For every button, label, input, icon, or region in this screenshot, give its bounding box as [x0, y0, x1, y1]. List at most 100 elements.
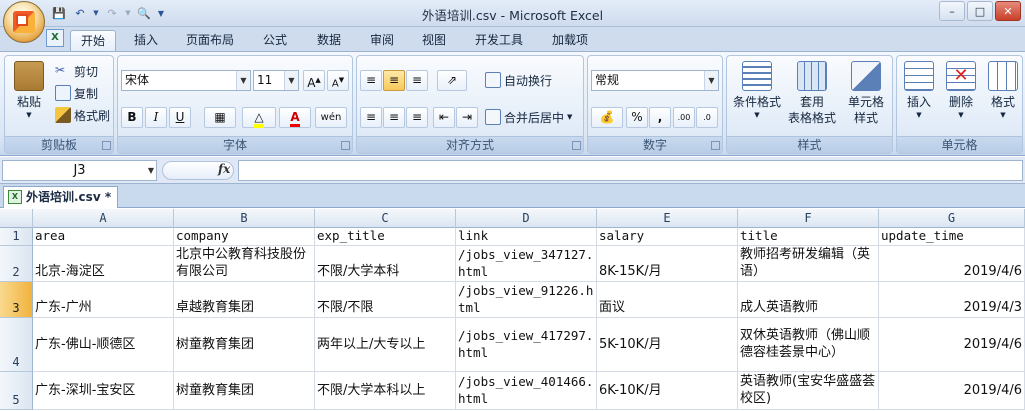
number-format-select[interactable]: 常规 ▼ [591, 70, 719, 91]
table-cell[interactable]: 6K-10K/月 [597, 372, 738, 410]
tab-page-layout[interactable]: 页面布局 [176, 30, 244, 51]
format-painter-button[interactable]: 格式刷 [55, 105, 110, 125]
table-cell[interactable]: 8K-15K/月 [597, 246, 738, 282]
table-cell[interactable]: title [738, 228, 879, 246]
accounting-format-button[interactable]: 💰 [591, 107, 623, 128]
row-header[interactable]: 1 [0, 228, 33, 246]
tab-view[interactable]: 视图 [412, 30, 456, 51]
merge-center-button[interactable]: 合并后居中 ▼ [485, 107, 572, 127]
italic-button[interactable]: I [145, 107, 167, 128]
table-cell[interactable]: 不限/大学本科以上 [315, 372, 456, 410]
table-cell[interactable]: 广东-佛山-顺德区 [33, 318, 174, 372]
conditional-formatting-button[interactable]: 条件格式 ▼ [731, 61, 783, 120]
table-cell[interactable]: 不限/大学本科 [315, 246, 456, 282]
alignment-launcher-icon[interactable] [572, 141, 581, 150]
insert-cells-button[interactable]: 插入 ▼ [901, 61, 937, 120]
tab-insert[interactable]: 插入 [124, 30, 168, 51]
column-header[interactable]: C [315, 209, 456, 228]
table-cell[interactable]: 2019/4/6 [879, 318, 1025, 372]
wrap-text-button[interactable]: 自动换行 [485, 70, 552, 90]
cut-button[interactable]: ✂ 剪切 [55, 61, 98, 81]
table-cell[interactable]: /jobs_view_417297.html [456, 318, 597, 372]
align-bottom-button[interactable]: ≡ [406, 70, 428, 91]
font-size-select[interactable]: 11 ▼ [253, 70, 299, 91]
table-cell[interactable]: 成人英语教师 [738, 282, 879, 318]
tab-data[interactable]: 数据 [307, 30, 351, 51]
row-header[interactable]: 4 [0, 318, 33, 372]
table-cell[interactable]: 教师招考研发编辑（英语） [738, 246, 879, 282]
font-launcher-icon[interactable] [341, 141, 350, 150]
format-cells-button[interactable]: 格式 ▼ [985, 61, 1021, 120]
table-cell[interactable]: area [33, 228, 174, 246]
table-cell[interactable]: 2019/4/3 [879, 282, 1025, 318]
font-color-button[interactable]: A [279, 107, 311, 128]
tab-developer[interactable]: 开发工具 [465, 30, 533, 51]
table-cell[interactable]: exp_title [315, 228, 456, 246]
column-header[interactable]: A [33, 209, 174, 228]
table-cell[interactable]: 广东-广州 [33, 282, 174, 318]
bold-button[interactable]: B [121, 107, 143, 128]
office-button[interactable] [3, 1, 45, 43]
select-all-corner[interactable] [0, 209, 33, 228]
close-button[interactable]: ✕ [995, 1, 1021, 21]
table-cell[interactable]: 面议 [597, 282, 738, 318]
table-cell[interactable]: 北京-海淀区 [33, 246, 174, 282]
borders-button[interactable]: ▦ [204, 107, 236, 128]
table-cell[interactable]: 5K-10K/月 [597, 318, 738, 372]
increase-decimal-button[interactable]: .00 [673, 107, 695, 128]
column-header[interactable]: F [738, 209, 879, 228]
cell-styles-button[interactable]: 单元格 样式 [841, 61, 891, 126]
table-cell[interactable]: 北京中公教育科技股份有限公司 [174, 246, 315, 282]
row-header[interactable]: 5 [0, 372, 33, 410]
table-cell[interactable]: 树童教育集团 [174, 372, 315, 410]
percent-button[interactable]: % [626, 107, 648, 128]
format-as-table-button[interactable]: 套用 表格格式 [785, 61, 839, 126]
shrink-font-button[interactable]: A▼ [327, 70, 349, 91]
formula-input[interactable] [238, 160, 1023, 181]
column-header[interactable]: G [879, 209, 1025, 228]
underline-button[interactable]: U [169, 107, 191, 128]
maximize-button[interactable]: □ [967, 1, 993, 21]
copy-button[interactable]: 复制 [55, 83, 98, 103]
table-cell[interactable]: 树童教育集团 [174, 318, 315, 372]
column-header[interactable]: B [174, 209, 315, 228]
column-header[interactable]: E [597, 209, 738, 228]
grow-font-button[interactable]: A▲ [303, 70, 325, 91]
increase-indent-button[interactable]: ⇥ [456, 107, 478, 128]
insert-function-button[interactable]: fx [218, 162, 230, 176]
excel-doc-icon[interactable]: X [46, 29, 64, 47]
table-cell[interactable]: 英语教师(宝安华盛盛荟校区) [738, 372, 879, 410]
table-cell[interactable]: 两年以上/大专以上 [315, 318, 456, 372]
tab-addins[interactable]: 加载项 [542, 30, 598, 51]
table-cell[interactable]: 卓越教育集团 [174, 282, 315, 318]
align-center-button[interactable]: ≡ [383, 107, 405, 128]
decrease-indent-button[interactable]: ⇤ [433, 107, 455, 128]
align-middle-button[interactable]: ≡ [383, 70, 405, 91]
paste-button[interactable]: 粘贴 ▼ [11, 61, 47, 120]
table-cell[interactable]: company [174, 228, 315, 246]
tab-home[interactable]: 开始 [70, 30, 117, 51]
delete-cells-button[interactable]: ✕ 删除 ▼ [941, 61, 981, 120]
clipboard-launcher-icon[interactable] [102, 141, 111, 150]
table-cell[interactable]: link [456, 228, 597, 246]
table-cell[interactable]: 广东-深圳-宝安区 [33, 372, 174, 410]
font-name-select[interactable]: 宋体 ▼ [121, 70, 251, 91]
row-header[interactable]: 2 [0, 246, 33, 282]
row-header-selected[interactable]: 3 [0, 282, 33, 318]
table-cell[interactable]: 双休英语教师（佛山顺德容桂荟景中心） [738, 318, 879, 372]
table-cell[interactable]: /jobs_view_401466.html [456, 372, 597, 410]
table-cell[interactable]: salary [597, 228, 738, 246]
comma-button[interactable]: , [649, 107, 671, 128]
column-header[interactable]: D [456, 209, 597, 228]
table-cell[interactable]: /jobs_view_347127.html [456, 246, 597, 282]
table-cell[interactable]: 2019/4/6 [879, 372, 1025, 410]
table-cell[interactable]: update_time [879, 228, 1025, 246]
name-box[interactable]: J3 ▼ [2, 160, 157, 181]
align-right-button[interactable]: ≡ [406, 107, 428, 128]
phonetic-button[interactable]: wén [315, 107, 347, 128]
tab-formulas[interactable]: 公式 [253, 30, 297, 51]
table-cell[interactable]: /jobs_view_91226.html [456, 282, 597, 318]
align-left-button[interactable]: ≡ [360, 107, 382, 128]
table-cell[interactable]: 不限/不限 [315, 282, 456, 318]
orientation-button[interactable]: ⇗ [437, 70, 467, 91]
